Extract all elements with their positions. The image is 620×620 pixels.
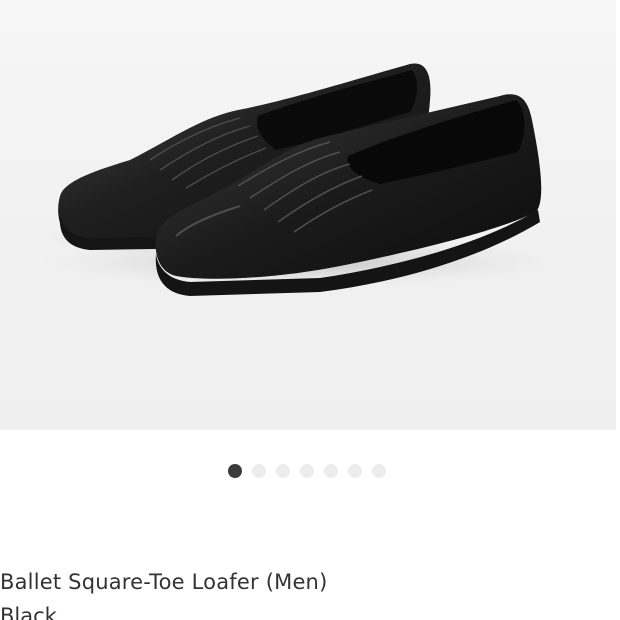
product-page: Ballet Square-Toe Loafer (Men) Black [0,0,620,620]
carousel-dot-5[interactable] [324,464,338,478]
product-color: Black [0,604,57,620]
carousel-dot-1[interactable] [228,464,242,478]
carousel-dot-3[interactable] [276,464,290,478]
product-title: Ballet Square-Toe Loafer (Men) [0,570,328,594]
carousel-dot-7[interactable] [372,464,386,478]
carousel-dot-6[interactable] [348,464,362,478]
carousel-dot-2[interactable] [252,464,266,478]
carousel-dot-4[interactable] [300,464,314,478]
product-image[interactable] [0,0,616,430]
image-carousel-indicator [228,464,386,478]
loafer-pair-image [40,63,560,296]
